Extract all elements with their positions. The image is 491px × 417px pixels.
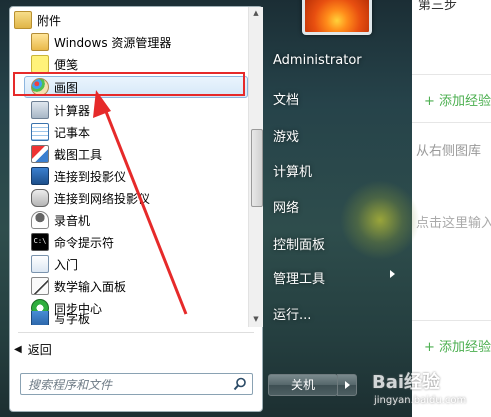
scroll-down-arrow-icon[interactable]: ▼ — [252, 315, 260, 323]
folder-accessories[interactable]: 附件 — [14, 9, 246, 31]
program-item-command-prompt[interactable]: C:\ 命令提示符 — [31, 231, 263, 253]
math-input-icon — [31, 277, 49, 295]
background-glow — [340, 180, 420, 260]
right-item-admin-tools[interactable]: 管理工具 — [273, 268, 325, 287]
program-item-notepad[interactable]: 记事本 — [31, 121, 263, 143]
projector-icon — [31, 167, 49, 185]
program-list-scrollbar[interactable]: ▲ ▼ — [248, 7, 263, 327]
submenu-arrow-icon — [390, 270, 395, 278]
program-label: 计算器 — [54, 103, 91, 118]
search-input[interactable] — [26, 375, 230, 395]
divider — [410, 122, 491, 123]
program-item-calculator[interactable]: 计算器 — [31, 99, 263, 121]
scroll-thumb[interactable] — [251, 129, 263, 207]
calculator-icon — [31, 101, 49, 119]
watermark-url: jingyan.baidu.com — [374, 395, 467, 406]
right-item-computer[interactable]: 计算机 — [273, 161, 312, 180]
program-label: Windows 资源管理器 — [54, 35, 172, 50]
getting-started-icon — [31, 255, 49, 273]
program-label: 入门 — [54, 257, 79, 272]
back-arrow-icon: ◀ — [14, 343, 22, 355]
program-label: 数学输入面板 — [54, 279, 127, 294]
back-label: 返回 — [27, 342, 52, 357]
image-library-hint[interactable]: 从右侧图库 — [416, 140, 481, 159]
program-item-wordpad[interactable]: 写字板 — [31, 311, 263, 325]
watermark-logo: Bai经验 — [372, 372, 441, 393]
program-label: 记事本 — [54, 125, 91, 140]
program-label: 写字板 — [54, 311, 91, 326]
add-experience-link[interactable]: + 添加经验 — [424, 90, 491, 109]
program-item-sound-recorder[interactable]: 录音机 — [31, 209, 263, 231]
right-item-administrator[interactable]: Administrator — [273, 53, 362, 68]
program-label: 连接到投影仪 — [54, 169, 127, 184]
right-item-control-panel[interactable]: 控制面板 — [273, 234, 325, 253]
folder-label: 附件 — [37, 13, 62, 28]
input-hint[interactable]: 点击这里输入 — [416, 212, 491, 231]
notepad-icon — [31, 123, 49, 141]
scroll-up-arrow-icon[interactable]: ▲ — [252, 9, 260, 17]
step-text: 第三步 — [418, 0, 458, 13]
add-experience-link[interactable]: + 添加经验 — [424, 336, 491, 355]
right-item-run[interactable]: 运行... — [273, 304, 311, 323]
search-box[interactable] — [20, 373, 253, 395]
shutdown-button[interactable]: 关机 — [268, 374, 338, 396]
chevron-right-icon — [345, 381, 350, 389]
program-label: 截图工具 — [54, 147, 103, 162]
command-prompt-icon: C:\ — [31, 233, 49, 251]
right-item-games[interactable]: 游戏 — [273, 126, 299, 145]
shutdown-options-button[interactable] — [337, 374, 357, 396]
program-item-math-input[interactable]: 数学输入面板 — [31, 275, 263, 297]
folder-explorer-icon — [31, 33, 49, 51]
program-item-snipping-tool[interactable]: 截图工具 — [31, 143, 263, 165]
program-item-explorer[interactable]: Windows 资源管理器 — [31, 31, 263, 53]
user-avatar[interactable] — [302, 0, 372, 35]
program-label: 录音机 — [54, 213, 91, 228]
network-projector-icon — [31, 189, 49, 207]
snipping-tool-icon — [31, 145, 49, 163]
wordpad-icon — [31, 311, 49, 325]
start-menu: 附件 Windows 资源管理器 便笺 画图 计算器 记事本 截图工具 连接到投… — [0, 0, 420, 417]
search-icon[interactable] — [233, 377, 247, 391]
divider — [410, 320, 491, 321]
program-item-projector[interactable]: 连接到投影仪 — [31, 165, 263, 187]
program-label: 便笺 — [54, 57, 79, 72]
folder-open-icon — [14, 11, 32, 29]
right-item-documents[interactable]: 文档 — [273, 89, 299, 108]
right-item-network[interactable]: 网络 — [273, 197, 299, 216]
divider — [18, 332, 254, 333]
program-label: 连接到网络投影仪 — [54, 191, 151, 206]
programs-panel: 附件 Windows 资源管理器 便笺 画图 计算器 记事本 截图工具 连接到投… — [9, 6, 263, 412]
back-button[interactable]: ◀ 返回 — [14, 339, 52, 359]
sticky-note-icon — [31, 55, 49, 73]
microphone-icon — [31, 211, 49, 229]
annotation-highlight-box — [13, 72, 245, 96]
divider — [410, 74, 491, 75]
program-item-network-projector[interactable]: 连接到网络投影仪 — [31, 187, 263, 209]
program-item-getting-started[interactable]: 入门 — [31, 253, 263, 275]
program-label: 命令提示符 — [54, 235, 115, 250]
